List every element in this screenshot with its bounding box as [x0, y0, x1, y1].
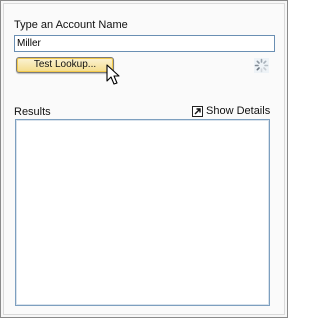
account-name-label: Type an Account Name: [14, 19, 128, 31]
dialog-window: Type an Account Name Test Lookup... Resu…: [0, 0, 288, 318]
mouse-pointer-icon: [106, 64, 120, 85]
show-details-label: Show Details: [206, 105, 271, 117]
external-link-icon: [192, 105, 203, 117]
show-details-link[interactable]: Show Details: [192, 104, 270, 118]
account-name-input[interactable]: [14, 35, 275, 52]
test-lookup-button[interactable]: Test Lookup...: [16, 57, 114, 73]
results-list[interactable]: [15, 119, 270, 306]
loading-spinner-icon: [254, 58, 269, 73]
results-label: Results: [14, 106, 51, 118]
